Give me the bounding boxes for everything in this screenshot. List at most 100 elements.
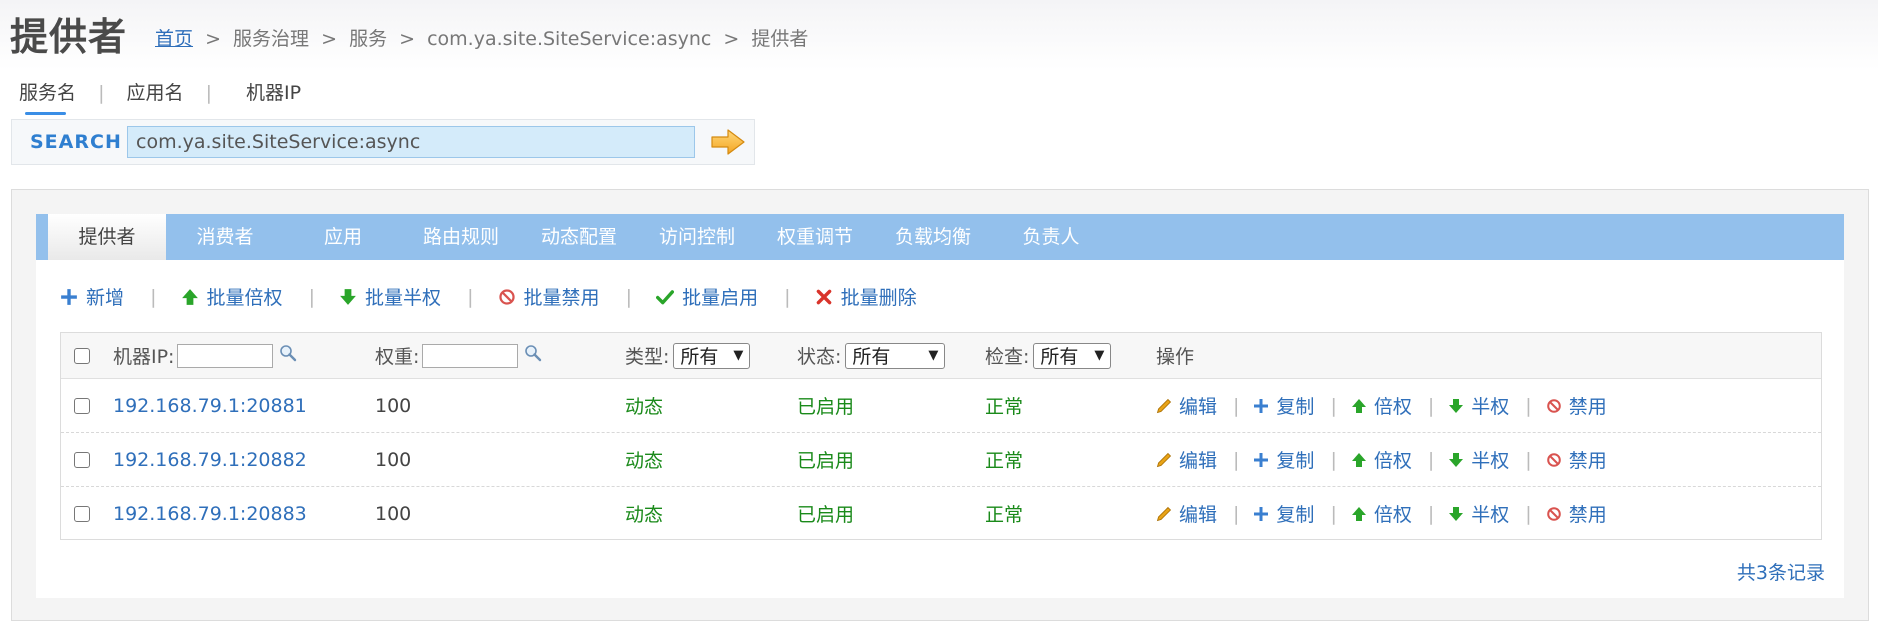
col-type-label: 类型: <box>625 346 670 368</box>
breadcrumb-separator: > <box>399 28 416 50</box>
ban-icon <box>1546 452 1561 467</box>
double-weight-button[interactable]: 倍权 <box>1351 500 1412 527</box>
ban-icon <box>1546 506 1561 521</box>
check-filter-value: 所有 <box>1040 346 1079 368</box>
batch-delete-button[interactable]: 批量删除 <box>815 283 917 310</box>
divider: | <box>1330 394 1337 417</box>
arrow-right-icon <box>711 129 745 155</box>
search-bar: SEARCH <box>11 119 755 165</box>
search-icon[interactable] <box>279 344 297 367</box>
copy-button[interactable]: 复制 <box>1253 500 1314 527</box>
disable-button[interactable]: 禁用 <box>1546 392 1607 419</box>
table-row: 192.168.79.1:20883 100 动态 已启用 正常 编辑 | 复制… <box>61 487 1821 540</box>
batch-half-weight-button[interactable]: 批量半权 <box>339 283 441 310</box>
edit-button[interactable]: 编辑 <box>1156 392 1217 419</box>
add-button[interactable]: 新增 <box>60 283 124 310</box>
disable-label: 禁用 <box>1568 396 1607 418</box>
pencil-icon <box>1156 452 1172 467</box>
provider-ip-link[interactable]: 192.168.79.1:20882 <box>113 433 307 486</box>
chevron-down-icon: ▼ <box>733 348 744 363</box>
divider: | <box>1427 502 1435 525</box>
page-title: 提供者 <box>10 15 128 59</box>
copy-button[interactable]: 复制 <box>1253 446 1314 473</box>
tab-load-balance[interactable]: 负载均衡 <box>874 214 992 260</box>
tab-weight-adjust[interactable]: 权重调节 <box>756 214 874 260</box>
tab-access-control[interactable]: 访问控制 <box>638 214 756 260</box>
status-value: 已启用 <box>797 450 855 472</box>
half-weight-button[interactable]: 半权 <box>1448 500 1509 527</box>
breadcrumb-item: com.ya.site.SiteService:async <box>427 28 712 50</box>
col-ip-label: 机器IP: <box>113 346 175 368</box>
col-check-label: 检查: <box>985 346 1030 368</box>
tab-routing-rules[interactable]: 路由规则 <box>402 214 520 260</box>
select-all-checkbox[interactable] <box>74 347 90 364</box>
tab-applications[interactable]: 应用 <box>284 214 402 260</box>
double-weight-label: 倍权 <box>1373 450 1412 472</box>
content-panel: 提供者 消费者 应用 路由规则 动态配置 访问控制 权重调节 负载均衡 负责人 … <box>11 189 1869 621</box>
check-value: 正常 <box>985 396 1024 418</box>
tab-owners[interactable]: 负责人 <box>992 214 1110 260</box>
divider: | <box>1525 394 1532 417</box>
type-filter-select[interactable]: 所有 ▼ <box>673 342 751 369</box>
tab-providers[interactable]: 提供者 <box>48 214 166 260</box>
breadcrumb-separator: > <box>723 28 740 50</box>
ban-icon <box>498 289 515 305</box>
disable-button[interactable]: 禁用 <box>1546 500 1607 527</box>
double-weight-button[interactable]: 倍权 <box>1351 446 1412 473</box>
copy-label: 复制 <box>1276 450 1315 472</box>
search-tab-service-name[interactable]: 服务名 <box>19 78 76 115</box>
provider-ip-link[interactable]: 192.168.79.1:20883 <box>113 487 307 540</box>
type-filter-value: 所有 <box>680 346 719 368</box>
batch-disable-button[interactable]: 批量禁用 <box>498 283 600 310</box>
divider: | <box>308 285 315 308</box>
batch-double-weight-button[interactable]: 批量倍权 <box>181 283 283 310</box>
arrow-up-icon <box>1351 452 1366 467</box>
divider: | <box>1525 502 1532 525</box>
arrow-up-icon <box>181 289 198 305</box>
edit-label: 编辑 <box>1179 504 1218 526</box>
divider: | <box>1233 502 1240 525</box>
col-status-label: 状态: <box>797 346 842 368</box>
status-filter-select[interactable]: 所有 ▼ <box>845 342 946 369</box>
edit-button[interactable]: 编辑 <box>1156 446 1217 473</box>
search-input[interactable] <box>127 126 695 158</box>
table-row: 192.168.79.1:20882 100 动态 已启用 正常 编辑 | 复制… <box>61 433 1821 487</box>
search-icon[interactable] <box>524 344 542 367</box>
ip-filter-input[interactable] <box>177 343 274 368</box>
chevron-down-icon: ▼ <box>928 348 939 363</box>
breadcrumb-item: 服务治理 <box>233 28 310 50</box>
row-checkbox[interactable] <box>74 505 90 522</box>
provider-ip-link[interactable]: 192.168.79.1:20881 <box>113 379 307 432</box>
arrow-up-icon <box>1351 506 1366 521</box>
tab-consumers[interactable]: 消费者 <box>166 214 284 260</box>
edit-button[interactable]: 编辑 <box>1156 500 1217 527</box>
breadcrumb-separator: > <box>205 28 221 50</box>
batch-enable-button[interactable]: 批量启用 <box>656 283 758 310</box>
search-go-button[interactable] <box>710 128 746 156</box>
half-weight-button[interactable]: 半权 <box>1448 392 1509 419</box>
search-tab-machine-ip[interactable]: 机器IP <box>246 78 301 105</box>
copy-button[interactable]: 复制 <box>1253 392 1314 419</box>
providers-table: 机器IP: 权重: 类型: 所有 ▼ 状态: 所有 ▼ 检查: 所有 ▼ 操作 … <box>60 332 1822 540</box>
breadcrumb-home-link[interactable]: 首页 <box>155 28 193 50</box>
check-filter-select[interactable]: 所有 ▼ <box>1033 342 1112 369</box>
half-weight-button[interactable]: 半权 <box>1448 446 1509 473</box>
double-weight-label: 倍权 <box>1373 504 1412 526</box>
disable-button[interactable]: 禁用 <box>1546 446 1607 473</box>
weight-value: 100 <box>375 448 412 471</box>
batch-half-weight-label: 批量半权 <box>365 287 442 309</box>
double-weight-label: 倍权 <box>1373 396 1412 418</box>
search-tab-app-name[interactable]: 应用名 <box>127 78 184 105</box>
half-weight-label: 半权 <box>1471 396 1510 418</box>
row-checkbox[interactable] <box>74 451 90 468</box>
double-weight-button[interactable]: 倍权 <box>1351 392 1412 419</box>
row-checkbox[interactable] <box>74 397 90 414</box>
weight-filter-input[interactable] <box>422 343 519 368</box>
row-actions: 编辑 | 复制 | 倍权 | 半权 | 禁用 <box>1156 433 1607 486</box>
type-value: 动态 <box>625 504 664 526</box>
col-ops-label: 操作 <box>1156 346 1195 368</box>
arrow-down-icon <box>1449 398 1464 413</box>
tab-dynamic-config[interactable]: 动态配置 <box>520 214 638 260</box>
breadcrumb-separator: > <box>321 28 338 50</box>
breadcrumb: 首页 > 服务治理 > 服务 > com.ya.site.SiteService… <box>155 24 808 51</box>
